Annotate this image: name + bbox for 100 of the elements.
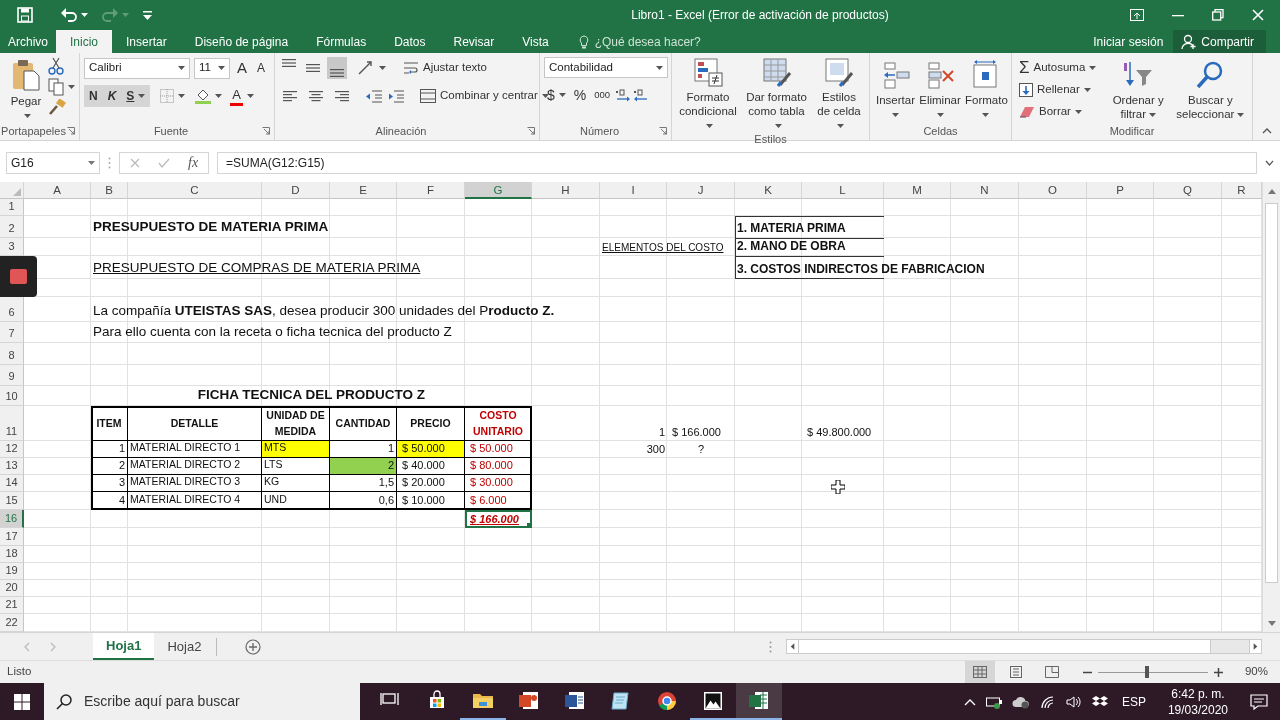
search-field[interactable]: Escribe aquí para buscar [44, 683, 360, 720]
view-button[interactable] [964, 661, 995, 683]
column-header[interactable]: J [667, 182, 735, 199]
styles-button[interactable]: Dar formato como tabla [741, 57, 812, 132]
styles-button[interactable]: Formato condicional [676, 57, 740, 132]
sheet-tab[interactable]: Hoja2 [154, 633, 215, 660]
row-header[interactable]: 21 [0, 597, 24, 614]
brush-icon[interactable] [48, 99, 66, 115]
row-header[interactable]: 19 [0, 563, 24, 580]
row-header[interactable]: 20 [0, 580, 24, 597]
orientation-icon[interactable] [357, 60, 375, 76]
clear-button[interactable]: Borrar [1016, 101, 1104, 123]
undo-icon[interactable] [61, 8, 77, 22]
column-header[interactable]: C [128, 182, 262, 199]
row-header[interactable]: 17 [0, 528, 24, 546]
dialog-launcher-icon[interactable] [659, 127, 667, 135]
collapse-ribbon-icon[interactable] [1261, 128, 1272, 134]
insert-function-button[interactable]: fx [188, 152, 199, 173]
name-box[interactable]: G16 [6, 151, 100, 174]
ribbon-tab[interactable]: Diseño de página [180, 30, 303, 53]
row-header[interactable]: 18 [0, 546, 24, 563]
search-field[interactable]: ¿Qué desea hacer? [592, 31, 723, 52]
column-header[interactable]: P [1087, 182, 1154, 199]
restore-icon[interactable] [1212, 9, 1224, 21]
styles-button[interactable]: Estilos de celda [813, 57, 865, 132]
column-header[interactable]: D [262, 182, 330, 199]
dialog-launcher-icon[interactable] [262, 127, 270, 135]
font-size-field[interactable]: 11 [194, 57, 230, 79]
row-header[interactable]: 14 [0, 475, 24, 492]
column-header[interactable]: K [735, 182, 802, 199]
sign-in-link[interactable]: Iniciar sesión [1083, 30, 1174, 53]
row-header[interactable]: 10 [0, 386, 24, 406]
currency-button[interactable]: $ [544, 84, 569, 106]
column-header[interactable]: I [600, 182, 667, 199]
ribbon-tab[interactable]: Vista [508, 30, 563, 53]
ribbon-tab[interactable]: Archivo [0, 30, 56, 53]
row-header[interactable]: 1 [0, 199, 24, 216]
zoom-in-icon[interactable] [1213, 667, 1223, 677]
zoom-level[interactable]: 90% [1244, 663, 1268, 681]
search-input[interactable]: Escribe aquí para buscar [82, 690, 342, 713]
scissors-icon[interactable] [48, 57, 64, 75]
underline-button[interactable]: S [121, 85, 151, 107]
ribbon-tab[interactable]: Insertar [112, 30, 181, 53]
paste-button[interactable]: Pegar [4, 57, 48, 124]
add-sheet-icon[interactable] [245, 638, 262, 655]
dialog-launcher-icon[interactable] [527, 127, 535, 135]
scrollbar-thumb[interactable] [799, 640, 1211, 653]
row-header[interactable]: 16 [0, 510, 24, 528]
row-header[interactable]: 7 [0, 322, 24, 343]
copy-icon[interactable] [48, 78, 64, 96]
customize-icon[interactable] [143, 10, 152, 20]
font-color-button[interactable]: A [230, 86, 244, 106]
increase-decimal-icon[interactable] [615, 88, 632, 102]
column-header[interactable]: N [951, 182, 1019, 199]
ribbon-tab[interactable]: Datos [380, 30, 440, 53]
row-header[interactable]: 2 [0, 216, 24, 238]
row-header[interactable]: 22 [0, 614, 24, 632]
notification-icon[interactable] [1250, 693, 1268, 710]
column-header[interactable]: R [1222, 182, 1262, 199]
language-indicator[interactable]: ESP [1121, 692, 1146, 711]
row-header[interactable]: 12 [0, 441, 24, 458]
row-header[interactable]: 9 [0, 365, 24, 386]
row-header[interactable]: 15 [0, 492, 24, 510]
wrap-text-button[interactable]: Ajustar texto [400, 57, 490, 79]
cells-button[interactable]: Insertar [874, 57, 917, 124]
italic-button[interactable]: K [102, 85, 122, 107]
record-button[interactable] [0, 256, 37, 297]
thousands-button[interactable]: 000 [591, 84, 614, 106]
scroll-up-icon[interactable] [1266, 187, 1277, 195]
close-icon[interactable] [1252, 9, 1264, 21]
dialog-launcher-icon[interactable] [67, 127, 75, 135]
ribbon-tab[interactable]: Fórmulas [302, 30, 381, 53]
ribbon-tab[interactable]: Inicio [56, 30, 113, 53]
column-header[interactable]: E [330, 182, 397, 199]
cells-button[interactable]: Formato [963, 57, 1007, 124]
column-header[interactable]: L [802, 182, 884, 199]
row-header[interactable]: 13 [0, 458, 24, 475]
find-button[interactable]: Buscar y seleccionar [1172, 57, 1248, 124]
wifi-icon[interactable] [1039, 694, 1056, 709]
align-button[interactable] [327, 57, 347, 79]
row-header[interactable]: 11 [0, 406, 24, 441]
number-format-field[interactable]: Contabilidad [544, 57, 668, 78]
scrollbar-thumb[interactable] [1265, 203, 1278, 583]
row-header[interactable]: 8 [0, 343, 24, 365]
increase-indent-icon[interactable] [387, 89, 405, 103]
ribbon-display-icon[interactable] [1130, 9, 1144, 21]
taskbar-app[interactable] [736, 683, 782, 720]
clock-date[interactable]: 19/03/2020 [1167, 701, 1228, 718]
column-header[interactable]: M [884, 182, 951, 199]
column-header[interactable]: H [532, 182, 600, 199]
scroll-left-icon[interactable] [787, 640, 799, 653]
autosum-button[interactable]: Σ Autosuma [1016, 57, 1104, 79]
column-header[interactable]: B [91, 182, 128, 199]
column-header[interactable]: A [24, 182, 91, 199]
share-button[interactable]: Compartir [1173, 30, 1266, 53]
row-header[interactable]: 6 [0, 297, 24, 322]
ribbon-tab[interactable]: Revisar [439, 30, 509, 53]
expand-icon[interactable] [1265, 159, 1274, 166]
chevron-up-icon[interactable] [963, 697, 976, 706]
save-icon[interactable] [17, 7, 33, 23]
